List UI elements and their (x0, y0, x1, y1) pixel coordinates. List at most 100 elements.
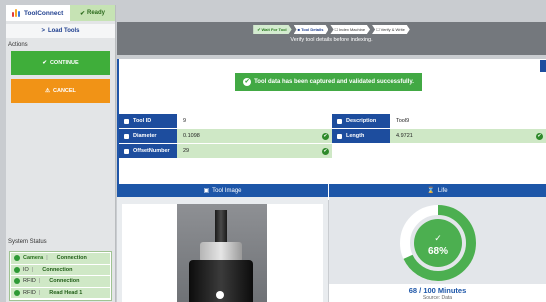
check-circle-icon: ✔ (322, 132, 329, 140)
field-value: 9 (177, 114, 332, 128)
status-dot-icon (14, 289, 20, 296)
field-tool-id: Tool ID 9 (119, 114, 332, 128)
tool-holder-shape (200, 242, 242, 262)
continue-button[interactable]: ✔ CONTINUE (11, 51, 110, 75)
field-value-text: 29 (183, 148, 190, 154)
field-label: Tool ID (119, 114, 177, 128)
life-gauge: ✓ 68% (400, 205, 476, 281)
ruler-icon (124, 133, 129, 139)
tool-image-panel: ▣ Tool Image (117, 184, 328, 302)
step-label: Wait For Tool (261, 27, 287, 32)
status-separator: | (38, 278, 41, 285)
active-step-icon: ■ (297, 27, 301, 32)
field-description: Description Tool9 (332, 114, 546, 128)
life-title: Life (437, 187, 448, 194)
tool-photo (177, 204, 267, 302)
list-icon (124, 148, 129, 154)
check-icon: ✔ (79, 10, 85, 17)
life-summary: 68 / 100 Minutes (408, 286, 467, 295)
status-item: Camera | Connection (11, 253, 110, 264)
alert-text: Tool data has been captured and validate… (254, 79, 414, 85)
brand-row: ToolConnect ✔ Ready (6, 5, 115, 21)
left-panel: ToolConnect ✔ Ready > Load Tools Actions… (6, 5, 116, 302)
field-diameter: Diameter 0.1098 ✔ (119, 129, 332, 143)
field-value: 4.9721 ✔ (390, 129, 546, 143)
life-source: Source: Data (422, 295, 453, 301)
step-wait-for-tool[interactable]: ✔ Wait For Tool (253, 25, 292, 34)
life-header: ⌛ Life (329, 184, 546, 197)
gauge-percent: 68% (428, 246, 448, 257)
tool-image-header: ▣ Tool Image (117, 184, 328, 197)
status-tag: RFID (23, 289, 36, 296)
system-status-list: Camera | Connection IO | Connection RFID… (9, 251, 112, 301)
ready-label: Ready (87, 10, 106, 16)
chevron-right-icon: > (41, 28, 45, 34)
tool-details-card: ✔ Tool data has been captured and valida… (117, 59, 546, 200)
status-item: RFID | Connection (11, 276, 110, 287)
cancel-label: CANCEL (53, 88, 76, 94)
toolconnect-logo-icon (12, 8, 21, 18)
hourglass-icon: ⌛ (427, 188, 435, 194)
status-dot-icon (14, 278, 20, 285)
field-label-text: Diameter (133, 133, 157, 139)
success-alert: ✔ Tool data has been captured and valida… (235, 73, 422, 91)
warning-icon: ⚠ (45, 88, 50, 94)
edge-strip (540, 60, 546, 72)
system-status-title: System Status (8, 239, 47, 245)
step-tool-details[interactable]: ■ Tool Details (293, 25, 329, 34)
status-separator: | (38, 289, 41, 296)
check-circle-icon: ✔ (243, 78, 252, 86)
status-item: RFID | Read Head 1 (11, 287, 110, 298)
field-value-text: 0.1098 (183, 133, 200, 139)
check-circle-icon: ✔ (322, 147, 329, 155)
step-label: Tool Details (301, 27, 324, 32)
app-brand: ToolConnect (6, 5, 70, 21)
field-offset-number: OffsetNumber 29 ✔ (119, 144, 332, 158)
image-icon: ▣ (203, 188, 210, 194)
check-icon: ✔ (257, 27, 261, 32)
workflow-header: ✔ Wait For Tool ■ Tool Details ☐ Index M… (117, 22, 546, 55)
field-value: 0.1098 ✔ (177, 129, 332, 143)
field-label: Description (332, 114, 390, 128)
check-icon: ✔ (42, 60, 47, 66)
tag-icon (124, 118, 129, 124)
ruler-icon (337, 133, 342, 139)
step-label: Index Machine (339, 27, 366, 32)
check-icon: ✓ (434, 234, 442, 244)
status-item: IO | Connection (11, 264, 110, 275)
field-label: Length (332, 129, 390, 143)
workflow-steps: ✔ Wait For Tool ■ Tool Details ☐ Index M… (117, 25, 546, 34)
status-tag: RFID (23, 278, 36, 285)
status-dot-icon (14, 255, 20, 262)
pending-step-icon: ☐ (376, 27, 380, 32)
field-length: Length 4.9721 ✔ (332, 129, 546, 143)
load-tools-button[interactable]: > Load Tools (6, 24, 115, 38)
status-tag: IO (23, 266, 29, 273)
field-value-text: 4.9721 (396, 133, 413, 139)
step-index-machine[interactable]: ☐ Index Machine (330, 25, 371, 34)
life-panel: ⌛ Life ✓ 68% 68 / 100 Minutes Source: Da… (329, 184, 546, 302)
app-title: ToolConnect (24, 9, 64, 17)
load-tools-label: Load Tools (47, 28, 80, 34)
field-label-text: Description (346, 118, 377, 124)
step-label: Verify & Write (380, 27, 405, 32)
marker-dot-icon (216, 291, 224, 299)
status-separator: | (46, 255, 48, 262)
field-label: OffsetNumber (119, 144, 177, 158)
field-value: Tool9 (390, 114, 546, 128)
field-label-text: Length (346, 133, 365, 139)
check-circle-icon: ✔ (536, 132, 543, 140)
ready-badge: ✔ Ready (70, 5, 115, 21)
id-card-icon (337, 118, 342, 124)
continue-label: CONTINUE (49, 60, 79, 66)
cancel-button[interactable]: ⚠ CANCEL (11, 79, 110, 103)
step-verify-write[interactable]: ☐ Verify & Write (372, 25, 410, 34)
life-summary-box: 68 / 100 Minutes Source: Data (329, 284, 546, 302)
cutting-tool-shape (215, 210, 227, 244)
field-value: 29 ✔ (177, 144, 332, 158)
status-value: Read Head 1 (49, 289, 83, 296)
status-separator: | (31, 266, 34, 273)
pending-step-icon: ☐ (334, 27, 339, 32)
status-tag: Camera (23, 255, 44, 262)
tool-image-title: Tool Image (212, 187, 242, 194)
